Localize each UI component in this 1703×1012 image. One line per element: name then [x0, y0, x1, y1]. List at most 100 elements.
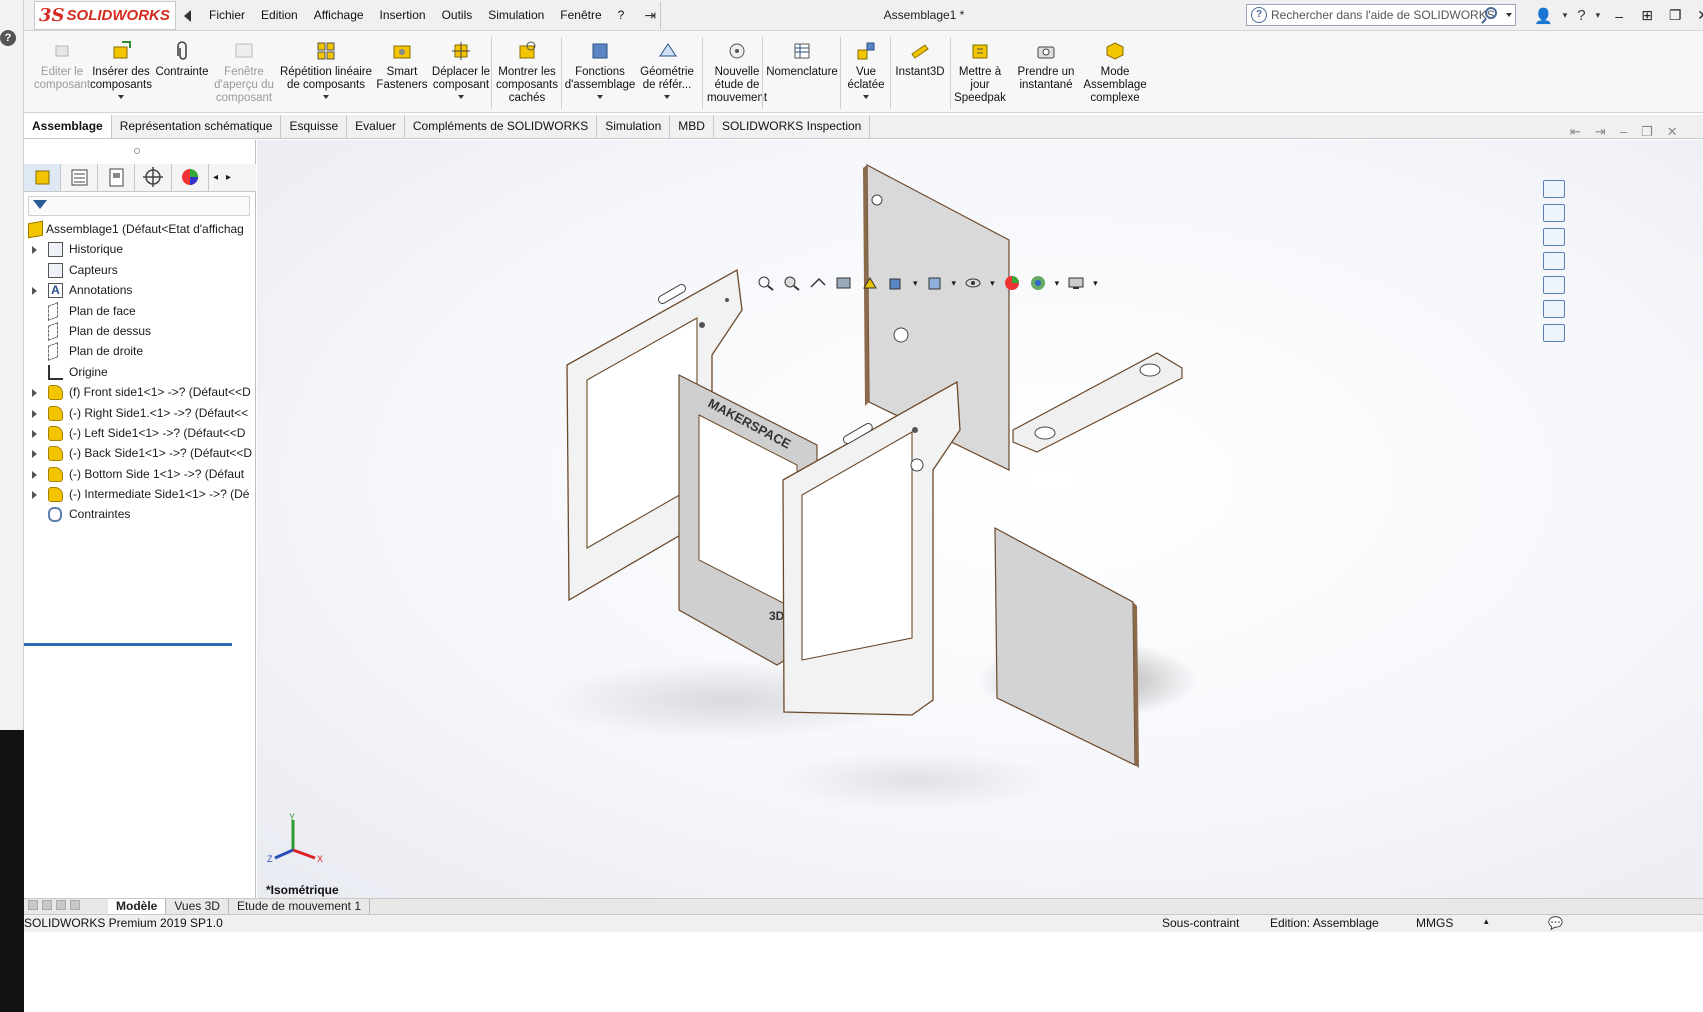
search-dropdown-icon[interactable]	[1506, 13, 1512, 17]
filter-icon[interactable]	[33, 200, 47, 209]
insert-components-dropdown-icon[interactable]	[118, 95, 124, 99]
assembly-features-dropdown-icon[interactable]	[597, 95, 603, 99]
expand-arrow-icon[interactable]	[32, 246, 37, 255]
tabs-scroll-left-icon[interactable]: ◂	[209, 164, 222, 191]
rollback-bar[interactable]	[24, 643, 232, 646]
minimize-icon[interactable]: –	[1610, 8, 1628, 24]
tab-assemblage[interactable]: Assemblage	[24, 115, 112, 138]
tree-item-plan-de-droite[interactable]: Plan de droite	[24, 341, 256, 362]
hide-show-items-icon[interactable]	[964, 275, 982, 291]
help-menu-icon[interactable]: ?	[1577, 7, 1585, 24]
menu-insertion[interactable]: Insertion	[372, 0, 434, 31]
search-icon[interactable]	[1485, 7, 1497, 19]
design-library-icon[interactable]	[1543, 204, 1565, 222]
update-speedpak-button[interactable]: Mettre à jour Speedpak	[950, 34, 1010, 112]
panel-splitter-handle[interactable]	[134, 148, 140, 154]
menu-fenetre[interactable]: Fenêtre	[552, 0, 609, 31]
expand-arrow-icon[interactable]	[32, 429, 37, 438]
viewport-minimize-icon[interactable]: –	[1620, 124, 1627, 140]
expand-arrow-icon[interactable]	[32, 450, 37, 459]
close-icon[interactable]: ✕	[1694, 7, 1703, 24]
tree-filter[interactable]	[28, 196, 250, 216]
featuremanager-tree-tab-icon[interactable]	[24, 164, 61, 191]
exploded-view-dropdown-icon[interactable]	[863, 95, 869, 99]
graphics-area[interactable]: MAKERSPACE 3D ▾ ▾ ▾ ▾ ▾ Y X Z	[257, 140, 1703, 898]
tab-evaluer[interactable]: Evaluer	[347, 115, 405, 138]
edit-component-button[interactable]: Editer le composant	[32, 34, 92, 112]
tree-item-origine[interactable]: Origine	[24, 362, 256, 382]
help-dropdown-icon[interactable]: ▾	[1596, 10, 1601, 21]
tree-item-plan-de-dessus[interactable]: Plan de dessus	[24, 321, 256, 341]
smart-fasteners-button[interactable]: Smart Fasteners	[372, 34, 432, 112]
menu-collapse-arrow-icon[interactable]	[184, 9, 191, 22]
first-tab-icon[interactable]	[28, 899, 38, 910]
next-tab-icon[interactable]	[56, 899, 66, 910]
pin-menu-icon[interactable]: ⇥	[644, 7, 656, 24]
tree-item-annotations[interactable]: A Annotations	[24, 280, 256, 300]
reference-geometry-button[interactable]: Géométrie de référ...	[634, 34, 700, 112]
apply-scene-icon[interactable]	[1029, 275, 1047, 291]
view-orientation-icon[interactable]	[887, 275, 905, 291]
tree-item-contraintes[interactable]: Contraintes	[24, 504, 256, 524]
view-settings-icon[interactable]	[1067, 275, 1085, 291]
tab-solidworks-inspection[interactable]: SOLIDWORKS Inspection	[713, 115, 871, 138]
tab-vues-3d[interactable]: Vues 3D	[166, 899, 229, 914]
expand-arrow-icon[interactable]	[32, 491, 37, 500]
expand-arrow-icon[interactable]	[32, 470, 37, 479]
show-hidden-components-button[interactable]: Montrer les composants cachés	[494, 34, 560, 112]
menu-affichage[interactable]: Affichage	[306, 0, 372, 31]
dynamic-annotation-icon[interactable]	[861, 275, 879, 291]
display-manager-tab-icon[interactable]	[172, 164, 209, 191]
property-manager-tab-icon[interactable]	[61, 164, 98, 191]
dimxpert-tab-icon[interactable]	[135, 164, 172, 191]
tab-simulation[interactable]: Simulation	[597, 115, 671, 138]
zoom-to-fit-icon[interactable]	[757, 275, 775, 291]
tree-item-plan-de-face[interactable]: Plan de face	[24, 301, 256, 321]
help-search-input[interactable]: Rechercher dans l'aide de SOLIDWORKS	[1271, 8, 1495, 22]
apply-scene-dropdown-icon[interactable]: ▾	[1055, 278, 1060, 289]
help-search-box[interactable]: ? Rechercher dans l'aide de SOLIDWORKS	[1246, 4, 1516, 26]
hide-show-dropdown-icon[interactable]: ▾	[990, 278, 995, 289]
forum-icon[interactable]	[1543, 324, 1565, 342]
assembly-features-button[interactable]: Fonctions d'assemblage	[564, 34, 636, 112]
menu-fichier[interactable]: Fichier	[201, 0, 253, 31]
display-style-dropdown-icon[interactable]: ▾	[952, 278, 957, 289]
last-tab-icon[interactable]	[70, 899, 80, 910]
tab-modele[interactable]: Modèle	[108, 899, 167, 914]
bottom-side-panel[interactable]	[994, 526, 1139, 768]
new-motion-study-button[interactable]: Nouvelle étude de mouvement	[704, 34, 770, 112]
insert-components-button[interactable]: Insérer des composants	[90, 34, 152, 112]
tab-mbd[interactable]: MBD	[670, 115, 714, 138]
expand-arrow-icon[interactable]	[32, 409, 37, 418]
small-plate[interactable]	[1012, 352, 1183, 453]
tile-windows-icon[interactable]: ⊞	[1638, 7, 1656, 24]
tree-item-back-side[interactable]: (-) Back Side1<1> ->? (Défaut<<D	[24, 443, 256, 463]
tab-representation-schematique[interactable]: Représentation schématique	[111, 115, 282, 138]
tree-item-bottom-side[interactable]: (-) Bottom Side 1<1> ->? (Défaut	[24, 464, 256, 484]
exploded-view-button[interactable]: Vue éclatée	[842, 34, 890, 112]
user-icon[interactable]: 👤	[1534, 7, 1553, 25]
menu-edition[interactable]: Edition	[253, 0, 306, 31]
viewport-restore-icon[interactable]: ❐	[1641, 124, 1653, 140]
configuration-manager-tab-icon[interactable]	[98, 164, 135, 191]
view-settings-dropdown-icon[interactable]: ▾	[1093, 278, 1098, 289]
expand-arrow-icon[interactable]	[32, 389, 37, 398]
expand-arrow-icon[interactable]	[32, 287, 37, 296]
tab-complements[interactable]: Compléments de SOLIDWORKS	[404, 115, 598, 138]
tree-item-right-side[interactable]: (-) Right Side1.<1> ->? (Défaut<<	[24, 403, 256, 423]
solidworks-resources-home-icon[interactable]	[1543, 180, 1565, 198]
menu-simulation[interactable]: Simulation	[480, 0, 552, 31]
tab-esquisse[interactable]: Esquisse	[281, 115, 348, 138]
tree-item-capteurs[interactable]: Capteurs	[24, 260, 256, 280]
view-orientation-dropdown-icon[interactable]: ▾	[913, 278, 918, 289]
viewport-link-icon[interactable]: ⇥	[1595, 124, 1606, 140]
user-dropdown-icon[interactable]: ▾	[1563, 10, 1568, 21]
help-icon[interactable]: ?	[0, 30, 16, 46]
menu-help[interactable]: ?	[610, 0, 633, 31]
move-component-dropdown-icon[interactable]	[458, 95, 464, 99]
instant3d-button[interactable]: Instant3D	[890, 34, 950, 112]
display-style-icon[interactable]	[926, 275, 944, 291]
reference-geometry-dropdown-icon[interactable]	[664, 95, 670, 99]
large-assembly-mode-button[interactable]: Mode Assemblage complexe	[1074, 34, 1156, 112]
zoom-to-area-icon[interactable]	[783, 275, 801, 291]
